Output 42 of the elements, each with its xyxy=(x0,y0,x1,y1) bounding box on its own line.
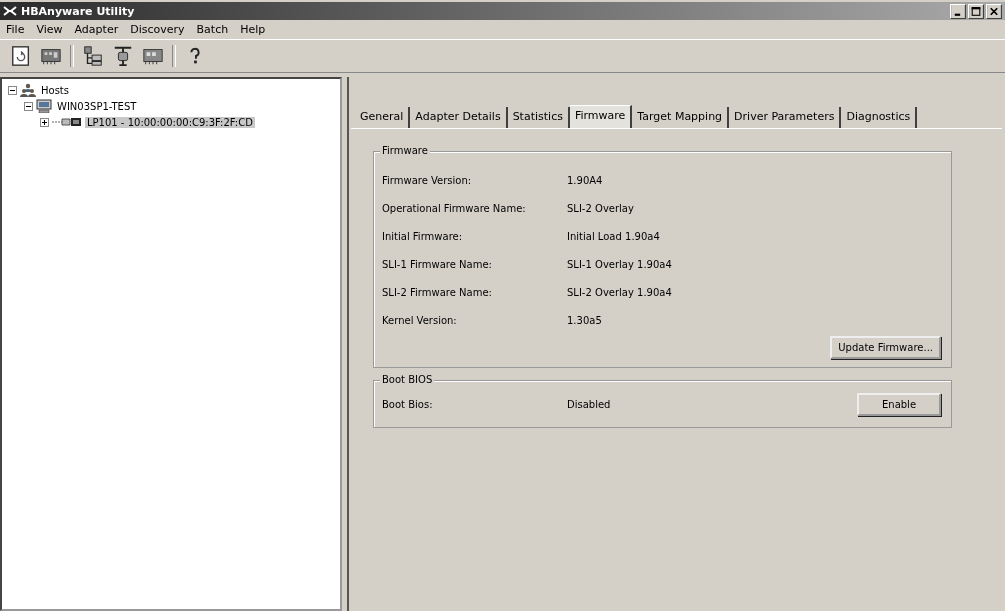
window-title: HBAnyware Utility xyxy=(21,4,135,18)
tree-item[interactable]: LP101 - 10:00:00:00:C9:3F:2F:CD xyxy=(85,116,255,128)
update-firmware-button[interactable]: Update Firmware... xyxy=(830,336,941,359)
computer-icon xyxy=(36,99,52,113)
expand-icon[interactable] xyxy=(40,117,49,127)
people-group-icon xyxy=(20,83,36,97)
maximize-icon[interactable] xyxy=(968,3,984,19)
enable-button[interactable]: Enable xyxy=(857,392,941,416)
cable-adapter-icon xyxy=(52,116,82,128)
menu-item[interactable]: File xyxy=(6,23,25,36)
menu-item[interactable]: View xyxy=(36,23,63,36)
field-value: SLI-1 Overlay 1.90a4 xyxy=(567,258,672,270)
field-value: SLI-2 Overlay xyxy=(567,202,634,214)
host-tree-icon[interactable] xyxy=(82,45,104,67)
menu-item[interactable]: Discovery xyxy=(130,23,185,36)
tree-item[interactable]: WIN03SP1-TEST xyxy=(55,100,139,112)
target-device-icon[interactable] xyxy=(112,45,134,67)
close-icon[interactable] xyxy=(986,3,1002,19)
collapse-icon[interactable] xyxy=(24,101,33,111)
field-label: Initial Firmware: xyxy=(382,230,464,242)
field-label: Boot Bios: xyxy=(382,398,434,410)
menu-item[interactable]: Adapter xyxy=(74,23,119,36)
field-value: 1.90A4 xyxy=(567,174,603,186)
tab[interactable]: Firmware xyxy=(569,105,633,128)
field-value: Initial Load 1.90a4 xyxy=(567,230,660,242)
field-label: SLI-2 Firmware Name: xyxy=(382,286,493,298)
field-value: 1.30a5 xyxy=(567,314,602,326)
minimize-icon[interactable] xyxy=(950,3,966,19)
menu-item[interactable]: Batch xyxy=(196,23,229,36)
field-label: SLI-1 Firmware Name: xyxy=(382,258,493,270)
app-logo-icon xyxy=(3,6,17,16)
refresh-document-icon[interactable] xyxy=(10,45,32,67)
field-value: SLI-2 Overlay 1.90a4 xyxy=(567,286,672,298)
group-legend: Boot BIOS xyxy=(380,374,435,385)
field-label: Kernel Version: xyxy=(382,314,458,326)
field-label: Operational Firmware Name: xyxy=(382,202,527,214)
group-legend: Firmware xyxy=(380,145,430,156)
menu-item[interactable]: Help xyxy=(240,23,266,36)
collapse-icon[interactable] xyxy=(8,85,17,95)
field-label: Firmware Version: xyxy=(382,174,473,186)
field-value: Disabled xyxy=(567,398,611,410)
tree-item[interactable]: Hosts xyxy=(39,84,71,96)
